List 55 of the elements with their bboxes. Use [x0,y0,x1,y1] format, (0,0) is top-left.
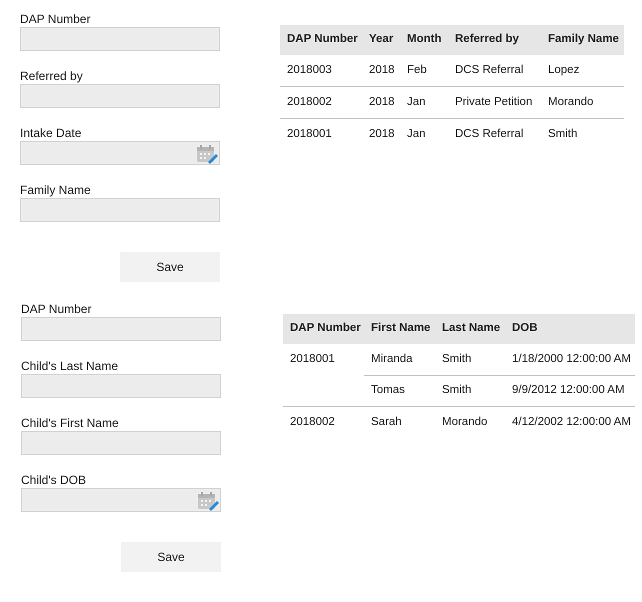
save-button[interactable]: Save [120,252,220,282]
field-label: Child's Last Name [21,359,119,373]
field-label: Family Name [20,183,92,197]
table-cell: 2018 [369,64,395,76]
table-cell: 2018001 [287,128,332,140]
table-cell: Feb [407,64,427,76]
date-field[interactable] [20,141,220,165]
field-label: Child's DOB [21,473,87,487]
column-header: First Name [371,322,430,334]
table-cell-text: 2018001 [289,352,335,367]
table-cell: DCS Referral [455,128,524,140]
table-cell: Morando [442,416,488,428]
column-header: DAP Number [290,322,361,334]
save-button[interactable]: Save [121,542,221,572]
table-cell: Smith [442,352,472,365]
table-cell: 2018 [369,96,395,108]
field-label: Referred by [20,69,84,83]
table-cell-text: 2018002 [289,415,335,430]
table-cell: Jan [407,96,426,108]
calendar-icon[interactable] [196,144,218,164]
table-cell: Tomas [371,384,405,396]
field-label: Child's First Name [21,416,120,430]
table-cell: Jan [407,128,426,140]
calendar-icon[interactable] [197,491,219,511]
table-cell: Morando [548,96,594,108]
date-field[interactable] [21,488,221,512]
table-cell: 2018003 [287,64,332,76]
column-header: Month [407,33,442,46]
table-cell: Sarah [371,416,402,428]
input-field[interactable] [20,84,220,108]
table-cell: 1/18/2000 12:00:00 AM [512,352,631,365]
table-cell: 9/9/2012 12:00:00 AM [512,384,625,396]
table-cell: 2018002 [287,96,332,108]
column-header: Year [369,33,394,46]
field-label: DAP Number [21,302,92,316]
table-cell: Private Petition [455,96,532,108]
table-cell: Miranda [371,352,413,365]
column-header: Family Name [548,33,619,46]
field-label: DAP Number [20,12,92,26]
table-cell: 4/12/2002 12:00:00 AM [512,416,631,428]
input-field[interactable] [21,431,221,455]
input-field[interactable] [20,27,220,51]
table-cell: DCS Referral [455,64,524,76]
field-label: Intake Date [20,126,82,140]
table-cell: Smith [442,384,472,396]
input-field[interactable] [20,198,220,222]
column-header: DOB [512,322,538,334]
input-field[interactable] [21,374,221,398]
table-cell: 2018 [369,128,395,140]
table-cell: Smith [548,128,578,140]
column-header: Last Name [442,322,500,334]
column-header: DAP Number [287,33,358,46]
input-field[interactable] [21,317,221,341]
column-header: Referred by [455,33,519,46]
table-cell: Lopez [548,64,580,76]
